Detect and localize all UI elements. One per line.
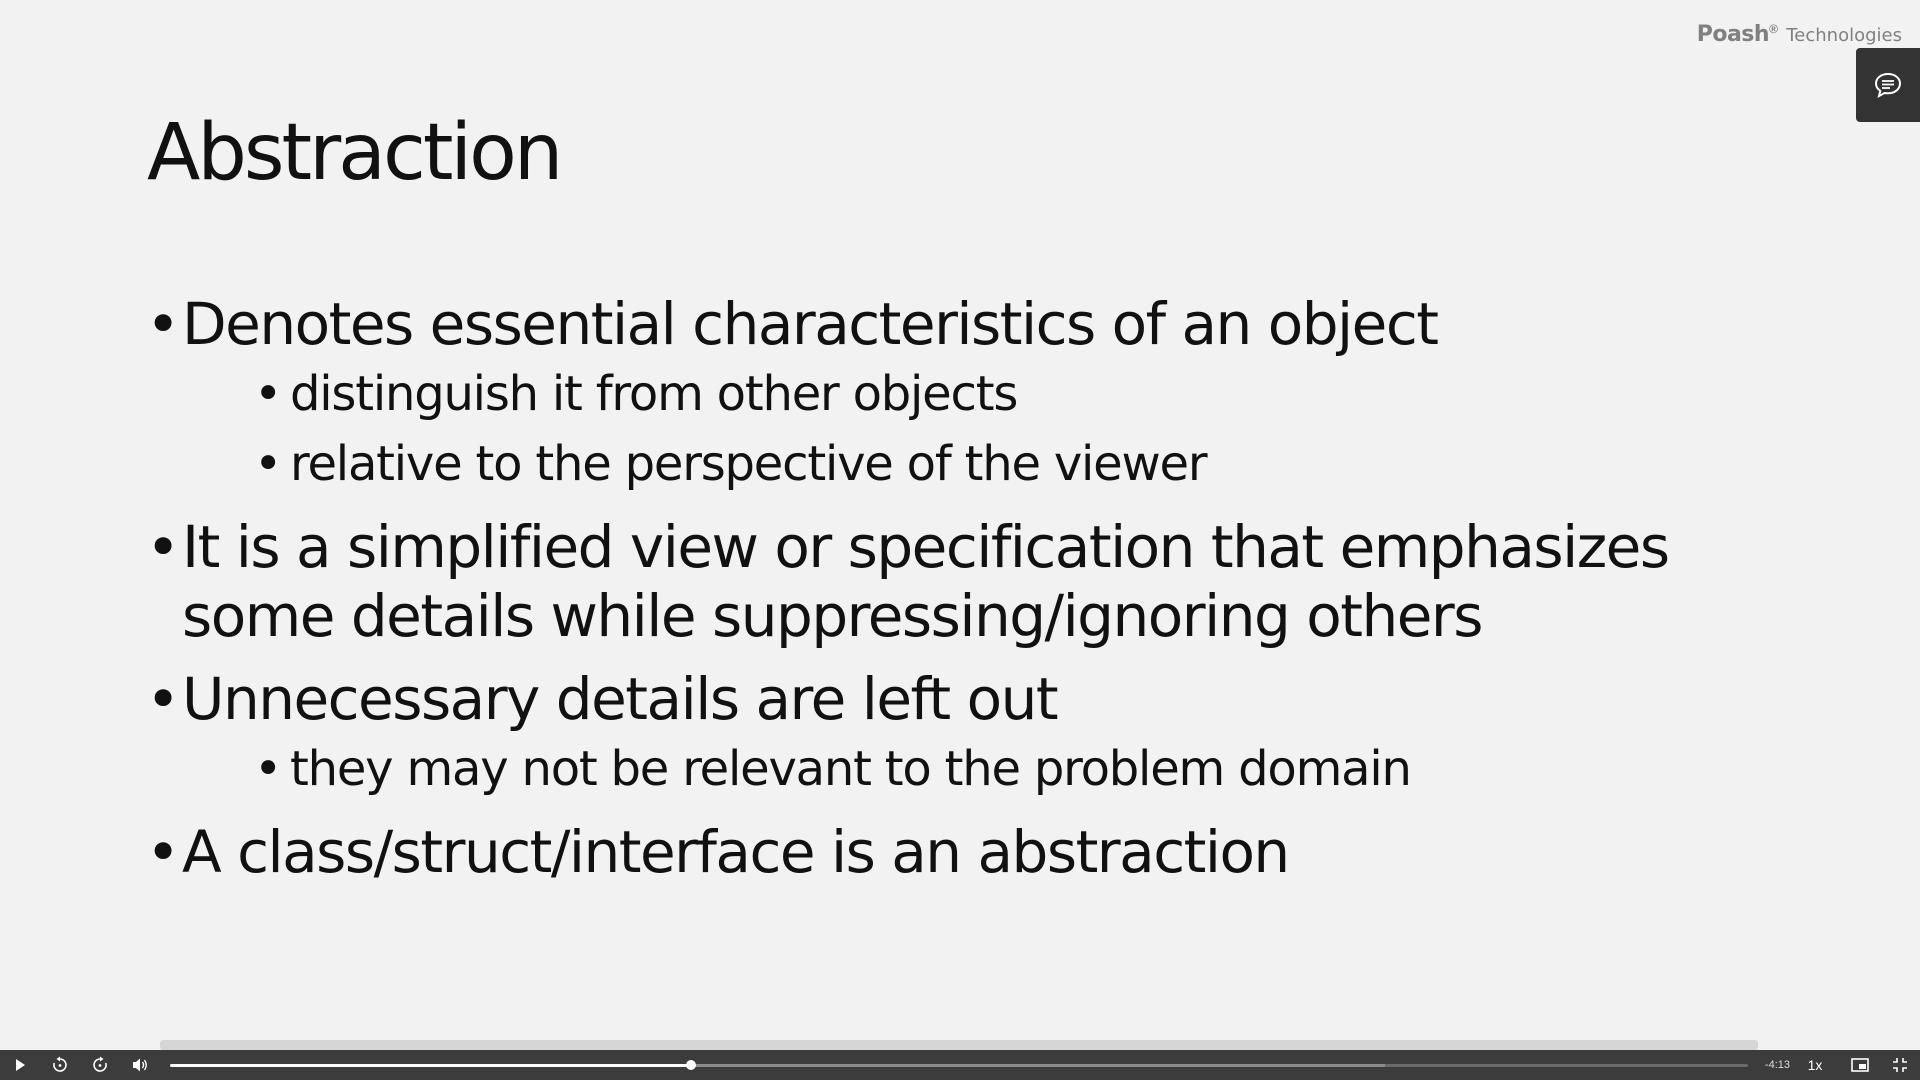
picture-in-picture-icon <box>1851 1058 1869 1072</box>
bullet-text: Denotes essential characteristics of an … <box>182 290 1439 358</box>
sub-bullet-list: distinguish it from other objects relati… <box>182 359 1786 499</box>
forward-icon <box>93 1056 107 1072</box>
sub-bullet-item: they may not be relevant to the problem … <box>254 734 1786 804</box>
bullet-item: A class/struct/interface is an abstracti… <box>146 818 1786 887</box>
right-controls: -4:13 1x <box>1765 1050 1920 1080</box>
buffered-bar <box>690 1064 1386 1067</box>
playback-speed-button[interactable]: 1x <box>1802 1057 1828 1073</box>
brand-name: Poash <box>1696 22 1770 47</box>
sub-bullet-item: distinguish it from other objects <box>254 359 1786 429</box>
progress-handle[interactable] <box>685 1060 696 1070</box>
time-remaining: -4:13 <box>1764 1059 1790 1071</box>
bullet-item: It is a simplified view or specification… <box>146 513 1786 651</box>
bullet-text: It is a simplified view or specification… <box>182 513 1670 650</box>
bullet-item: Denotes essential characteristics of an … <box>146 290 1786 499</box>
brand-suffix: Technologies <box>1786 25 1902 46</box>
exit-fullscreen-button[interactable] <box>1880 1050 1920 1080</box>
picture-in-picture-button[interactable] <box>1840 1050 1880 1080</box>
progress-bar[interactable] <box>170 1060 1748 1070</box>
sub-bullet-item: relative to the perspective of the viewe… <box>254 429 1786 499</box>
chat-button[interactable] <box>1856 48 1920 122</box>
horizontal-scrollbar[interactable] <box>160 1040 1758 1050</box>
play-icon <box>16 1059 25 1071</box>
progress-fill <box>170 1064 691 1067</box>
slide: Poash® Technologies Abstraction Denotes … <box>0 0 1920 1050</box>
bullet-item: Unnecessary details are left out they ma… <box>146 665 1786 804</box>
volume-button[interactable] <box>120 1050 160 1080</box>
bullet-text: Unnecessary details are left out <box>182 665 1059 733</box>
video-player-controls: -4:13 1x <box>0 1050 1920 1080</box>
exit-fullscreen-icon <box>1893 1058 1907 1072</box>
rewind-button[interactable] <box>40 1050 80 1080</box>
chat-icon <box>1874 72 1902 98</box>
slide-title: Abstraction <box>147 108 563 198</box>
bullet-list: Denotes essential characteristics of an … <box>146 290 1786 887</box>
bullet-text: A class/struct/interface is an abstracti… <box>182 818 1290 886</box>
brand-registered-mark: ® <box>1769 22 1778 36</box>
sub-bullet-list: they may not be relevant to the problem … <box>182 734 1786 804</box>
rewind-icon <box>53 1056 67 1072</box>
forward-button[interactable] <box>80 1050 120 1080</box>
play-button[interactable] <box>0 1050 40 1080</box>
brand-logo: Poash® Technologies <box>1697 22 1902 47</box>
volume-icon <box>133 1058 147 1072</box>
